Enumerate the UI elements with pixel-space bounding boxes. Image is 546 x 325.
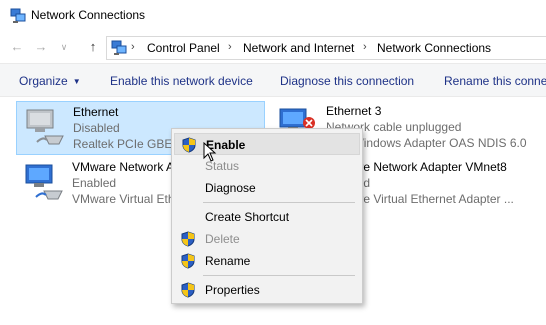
forward-arrow-icon[interactable]: → [32, 38, 50, 56]
navigation-bar: ← → ∨ ↑ › Control Panel › Network and In… [0, 33, 546, 63]
rename-connection-button[interactable]: Rename this conne [444, 74, 546, 88]
connection-status: Disabled [73, 121, 120, 135]
title-bar: Network Connections [0, 0, 546, 33]
connection-name: VMware Network A [72, 160, 175, 174]
menu-item-status: Status [174, 155, 360, 177]
uac-shield-icon [181, 253, 195, 269]
control-panel-icon [111, 40, 127, 55]
connection-name: Ethernet [73, 105, 119, 119]
uac-shield-icon [181, 231, 195, 247]
menu-item-delete: Delete [174, 228, 360, 250]
connection-device: Realtek PCIe GBE F [73, 137, 184, 151]
uac-shield-icon [182, 137, 196, 153]
mouse-pointer-icon [203, 142, 217, 162]
menu-item-rename[interactable]: Rename [174, 250, 360, 272]
window-title: Network Connections [31, 8, 146, 22]
connection-text: Ethernet Disabled Realtek PCIe GBE F [73, 104, 183, 152]
enable-device-button[interactable]: Enable this network device [110, 74, 253, 88]
up-arrow-icon[interactable]: ↑ [84, 38, 102, 56]
address-bar[interactable]: › Control Panel › Network and Internet ›… [106, 36, 546, 60]
breadcrumb-chevron-icon[interactable]: › [363, 41, 367, 53]
network-adapter-icon [25, 164, 63, 200]
menu-item-label: Delete [205, 232, 240, 246]
menu-separator [203, 202, 355, 203]
network-connections-icon [10, 8, 26, 23]
menu-item-label: Create Shortcut [205, 210, 290, 224]
uac-shield-icon [181, 282, 195, 298]
breadcrumb-network-and-internet[interactable]: Network and Internet [243, 41, 354, 55]
breadcrumb-chevron-icon[interactable]: › [131, 41, 135, 53]
connection-text: VMware Network A Enabled VMware Virtual … [72, 159, 175, 207]
command-bar: Organize ▼ Enable this network device Dia… [0, 63, 546, 97]
diagnose-connection-button[interactable]: Diagnose this connection [280, 74, 414, 88]
connection-status: Enabled [72, 176, 117, 190]
menu-item-label: Rename [205, 254, 251, 268]
back-arrow-icon[interactable]: ← [8, 38, 26, 56]
chevron-down-icon[interactable]: ∨ [55, 38, 73, 56]
caret-down-icon: ▼ [72, 77, 81, 86]
breadcrumb-control-panel[interactable]: Control Panel [147, 41, 220, 55]
menu-item-diagnose[interactable]: Diagnose [174, 177, 360, 199]
menu-item-label: Properties [205, 283, 260, 297]
connection-name: Ethernet 3 [326, 104, 382, 118]
context-menu: Enable Status Diagnose Create Shortcut D… [171, 128, 363, 304]
organize-label: Organize [19, 74, 68, 88]
menu-item-properties[interactable]: Properties [174, 279, 360, 301]
menu-separator [203, 275, 355, 276]
connection-device: VMware Virtual Eth [72, 192, 175, 206]
menu-item-enable[interactable]: Enable [174, 133, 360, 155]
breadcrumb-chevron-icon[interactable]: › [228, 41, 232, 53]
menu-item-create-shortcut[interactable]: Create Shortcut [174, 206, 360, 228]
breadcrumb-network-connections[interactable]: Network Connections [377, 41, 491, 55]
menu-item-label: Diagnose [205, 181, 256, 195]
organize-menu-button[interactable]: Organize ▼ [19, 74, 81, 88]
network-adapter-disabled-icon [26, 109, 64, 145]
